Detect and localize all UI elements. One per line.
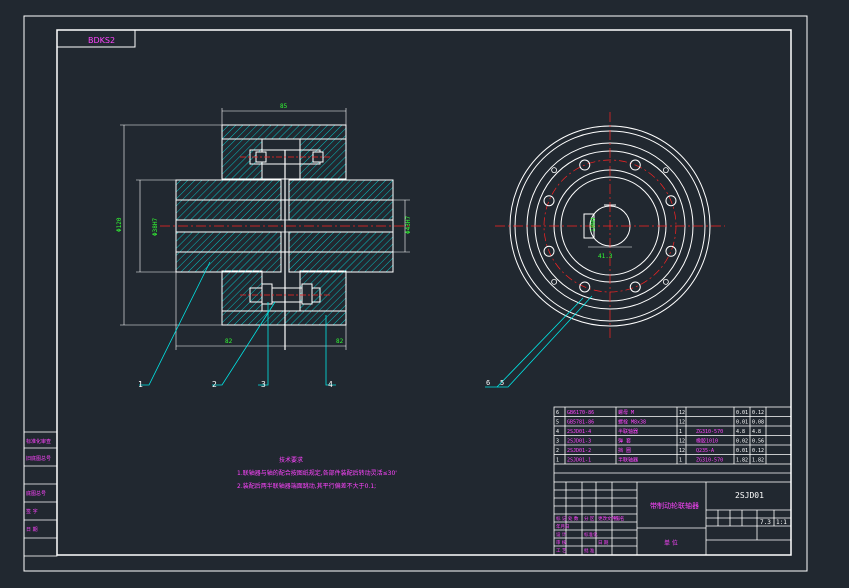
bom-cell-w1: 0.02 [736, 439, 748, 445]
side-centerlines [495, 112, 725, 340]
bom-cell-w2: 0.12 [752, 448, 764, 454]
balloon-4: 4 [328, 380, 333, 389]
title-label: 标准化 [584, 531, 598, 538]
bom-cell-name: 挡 圈 [618, 447, 631, 454]
bom-cell-name: 半联轴器 [618, 457, 638, 464]
bom-cell-w2: 0.56 [752, 439, 764, 445]
bom-cell-qty: 1 [679, 429, 682, 435]
dim-top-length: 85 [280, 103, 288, 110]
dim-keyway: 10N9 [590, 217, 597, 232]
title-label: 审 核 [556, 539, 567, 546]
title-label: 分 区 [584, 515, 595, 522]
bolt-hole [543, 195, 555, 207]
bom-cell-name: 螺栓 M8x38 [618, 419, 646, 426]
title-label: 年月日 [556, 523, 570, 530]
left-strip-2: 旧底图总号 [26, 455, 51, 462]
bom-cell-mat: ZG310-570 [696, 429, 723, 435]
bom-cell-mat: ZG310-570 [696, 458, 723, 464]
drawing-title: 带制动轮联轴器 [650, 501, 699, 510]
bom-cell-code: 2SJD01-3 [567, 439, 591, 445]
bom-cell-w2: 1.82 [752, 458, 764, 464]
bom-table: 6 GB6170-86 螺母 M 12 0.01 0.125 GB5781-86 螺栓 M8x… [556, 409, 764, 464]
sheet-outer-border [23, 15, 808, 572]
dim-bore-left: Φ38H7 [152, 218, 159, 236]
bom-cell-w1: 0.01 [736, 410, 748, 416]
outer-hole [551, 167, 558, 174]
bom-cell-no: 3 [556, 439, 559, 445]
bom-cell-qty: 12 [679, 448, 685, 454]
side-leaders [485, 295, 593, 388]
title-label: 标 记 [556, 515, 567, 522]
balloon-5: 5 [500, 379, 504, 387]
bom-cell-no: 2 [556, 448, 559, 454]
dim-outer-diameter: Φ120 [116, 217, 123, 232]
bom-cell-no: 1 [556, 458, 559, 464]
dim-bottom-left: 82 [225, 338, 233, 345]
dim-bottom-right: 82 [336, 338, 344, 345]
bom-cell-w2: 0.12 [752, 410, 764, 416]
balloon-1: 1 [138, 380, 143, 389]
bom-cell-no: 4 [556, 429, 559, 435]
balloon-2: 2 [212, 380, 217, 389]
sheet-inner-border [56, 29, 792, 556]
balloon-3: 3 [261, 380, 266, 389]
bom-cell-code: 2SJD01-1 [567, 458, 591, 464]
left-strip-3: 底图总号 [26, 490, 46, 497]
bom-cell-qty: 12 [679, 439, 685, 445]
cad-drawing: BDKS2 85 Φ120 Φ38H7 Φ43H7 82 82 1 2 3 4 … [23, 15, 808, 572]
outer-hole [551, 278, 558, 285]
bom-cell-code: 2SJD01-4 [567, 429, 591, 435]
drawing-scale: 1:1 [776, 519, 787, 526]
bom-cell-code: GB6170-86 [567, 410, 594, 416]
bom-cell-name: 螺母 M [618, 409, 634, 416]
drawing-number: 2SJD01 [735, 491, 764, 500]
outer-hole [662, 167, 669, 174]
title-label: 日 期 [598, 540, 609, 546]
bolt-hole [665, 245, 677, 257]
title-label: 批 准 [584, 547, 595, 554]
bom-cell-no: 6 [556, 410, 559, 416]
bom-cell-qty: 12 [679, 420, 685, 426]
bom-cell-w1: 4.8 [736, 429, 745, 435]
front-section-view [160, 124, 410, 350]
bolt-hole [629, 281, 641, 293]
tech-req-line-2: 2.装配后两半联轴器端面跳动,其平行偏差不大于0.1; [237, 482, 376, 490]
balloon-6: 6 [486, 379, 490, 387]
left-strip-4: 签 字 [26, 508, 38, 515]
bom-cell-qty: 1 [679, 458, 682, 464]
bom-cell-w1: 0.01 [736, 448, 748, 454]
bom-cell-qty: 12 [679, 410, 685, 416]
bom-cell-mat: 橡胶1010 [696, 438, 718, 445]
dim-depth: 41.3 [598, 253, 613, 260]
bom-cell-w2: 4.8 [752, 429, 761, 435]
tech-req-line-1: 1.联轴器与轴的配合按图纸规定,各部件装配后转动灵活≤30' [237, 469, 397, 477]
left-strip-5: 日 期 [26, 527, 38, 533]
bom-cell-w1: 0.01 [736, 420, 748, 426]
bom-cell-w2: 0.08 [752, 420, 764, 426]
title-label: 处 数 [568, 515, 579, 522]
bom-cell-name: 弹 套 [618, 438, 631, 445]
bom-cell-w1: 1.82 [736, 458, 748, 464]
outer-hole [662, 278, 669, 285]
title-label: 工 艺 [556, 548, 567, 554]
bom-cell-code: GB5781-86 [567, 420, 594, 426]
bom-cell-mat: Q235-A [696, 448, 714, 454]
left-strip-1: 标准化审查 [26, 438, 51, 445]
tech-req-title: 技术要求 [279, 456, 303, 464]
bom-cell-name: 半联轴器 [618, 428, 638, 435]
drawing-sheet: 7.3 [760, 519, 771, 526]
title-block-labels: 标 记处 数分 区更改文件号签 名年月日设 计标准化审 核工 艺批 准日 期 [556, 515, 624, 554]
bom-cell-no: 5 [556, 420, 559, 426]
bom-cell-code: 2SJD01-2 [567, 448, 591, 454]
dim-bore-right: Φ43H7 [405, 216, 412, 234]
title-label: 签 名 [614, 515, 624, 522]
title-label: 设 计 [556, 531, 567, 538]
stamp-code: BDKS2 [88, 36, 115, 45]
company-label: 单 位 [664, 539, 678, 547]
